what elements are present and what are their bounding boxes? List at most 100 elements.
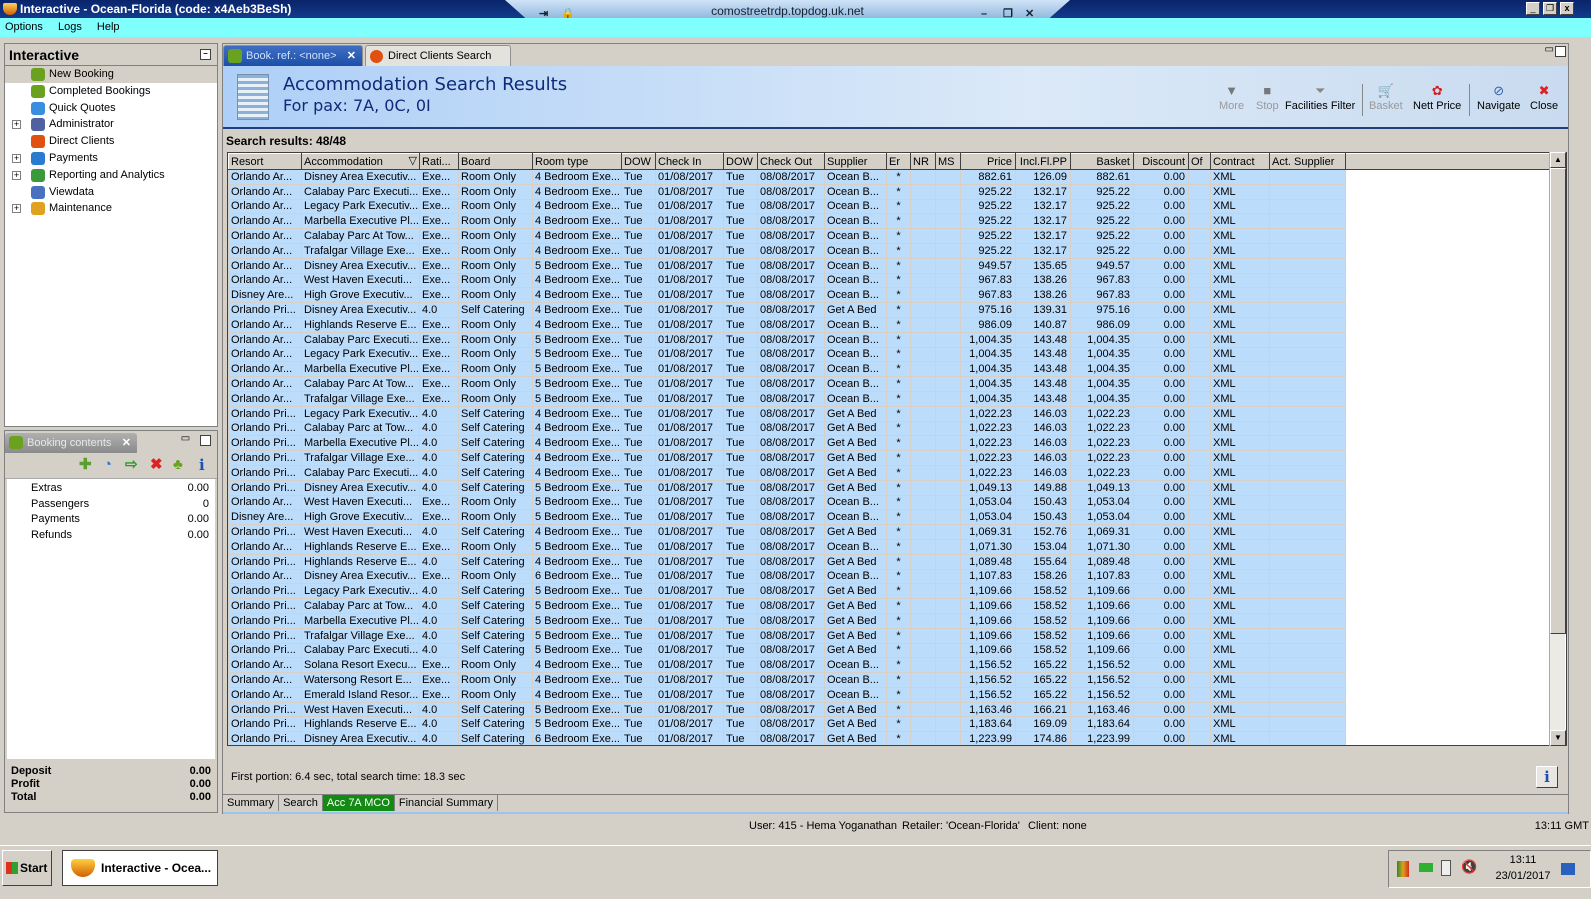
- clock-time[interactable]: 13:11: [1493, 854, 1553, 866]
- antivirus-icon[interactable]: [1397, 861, 1409, 877]
- table-row[interactable]: Orlando Ar... Emerald Island Resor... Exe.…: [228, 686, 1566, 703]
- add-icon[interactable]: ✚: [79, 457, 92, 473]
- table-row[interactable]: Orlando Ar... Legacy Park Executiv... Exe.…: [228, 346, 1566, 363]
- menu-options[interactable]: Options: [5, 21, 43, 33]
- table-row[interactable]: Orlando Pri... Trafalgar Village Exe... 4.…: [228, 627, 1566, 644]
- expand-icon[interactable]: +: [12, 204, 21, 214]
- bottom-tab-financial-summary[interactable]: Financial Summary: [395, 795, 499, 811]
- table-row[interactable]: Orlando Pri... Legacy Park Executiv... 4.0…: [228, 583, 1566, 600]
- column-header[interactable]: Check Out: [757, 153, 825, 170]
- tab-booking-ref[interactable]: Book. ref.: <none> ✕: [223, 45, 363, 66]
- column-header[interactable]: Check In: [655, 153, 724, 170]
- tab-direct-clients-search[interactable]: Direct Clients Search: [365, 45, 511, 66]
- table-row[interactable]: Orlando Ar... Calabay Parc At Tow... Exe..…: [228, 376, 1566, 392]
- nav-item-new-booking[interactable]: New Booking: [5, 66, 217, 83]
- table-row[interactable]: Orlando Ar... Highlands Reserve E... Exe..…: [228, 538, 1566, 555]
- table-row[interactable]: Orlando Pri... Trafalgar Village Exe... 4.…: [228, 450, 1566, 466]
- table-row[interactable]: Orlando Pri... Calabay Parc at Tow... 4.0 S…: [228, 598, 1566, 614]
- table-row[interactable]: Orlando Ar... Disney Area Executiv... Exe.…: [228, 169, 1566, 185]
- filter-icon[interactable]: ▽: [409, 155, 417, 167]
- column-header[interactable]: Resort: [228, 153, 302, 170]
- table-row[interactable]: Orlando Pri... Calabay Parc at Tow... 4.0 S…: [228, 420, 1566, 437]
- column-header[interactable]: Rati...: [419, 153, 459, 170]
- table-row[interactable]: Orlando Ar... Solana Resort Execu... Exe..…: [228, 657, 1566, 674]
- minimize-button[interactable]: _: [1526, 2, 1540, 15]
- table-row[interactable]: Disney Are... High Grove Executiv... Exe..…: [228, 287, 1566, 304]
- table-row[interactable]: Orlando Pri... Calabay Parc Executi... 4.0…: [228, 464, 1566, 481]
- table-row[interactable]: Orlando Pri... Disney Area Executiv... 4.0…: [228, 731, 1566, 745]
- show-desktop-icon[interactable]: [1561, 863, 1575, 875]
- nav-item-direct-clients[interactable]: Direct Clients: [5, 133, 217, 150]
- basket-transfer-icon[interactable]: ⇨: [125, 457, 138, 473]
- facilities-filter-button[interactable]: ⏷ Facilities Filter: [1285, 82, 1355, 112]
- column-header[interactable]: Accommodation ▽: [301, 153, 420, 170]
- table-row[interactable]: Orlando Ar... West Haven Executi... Exe...…: [228, 272, 1566, 289]
- table-row[interactable]: Orlando Pri... Calabay Parc Executi... 4.0…: [228, 642, 1566, 659]
- nav-item-reporting-and-analytics[interactable]: + Reporting and Analytics: [5, 167, 217, 184]
- column-header[interactable]: Supplier: [824, 153, 887, 170]
- clock-icon[interactable]: ◔: [103, 457, 112, 473]
- expand-icon[interactable]: +: [12, 170, 21, 180]
- column-header[interactable]: Price: [960, 153, 1016, 170]
- table-row[interactable]: Orlando Pri... Highlands Reserve E... 4.0 S…: [228, 553, 1566, 570]
- restore-button[interactable]: ❐: [1543, 2, 1557, 15]
- maximize-panel-button[interactable]: [200, 435, 211, 446]
- stop-button[interactable]: ■ Stop: [1256, 82, 1279, 112]
- vertical-scrollbar[interactable]: ▲ ▼: [1549, 152, 1566, 746]
- column-header[interactable]: MS: [935, 153, 961, 170]
- column-header[interactable]: Er: [886, 153, 911, 170]
- info-button[interactable]: i: [1536, 766, 1558, 788]
- delete-icon[interactable]: ✖: [150, 457, 163, 473]
- menu-help[interactable]: Help: [97, 21, 120, 33]
- nav-item-administrator[interactable]: + Administrator: [5, 116, 217, 133]
- palm-tree-icon[interactable]: ♣: [173, 457, 183, 473]
- minimize-main-button[interactable]: ▭: [1545, 44, 1554, 55]
- close-tab-icon[interactable]: ✕: [347, 46, 356, 67]
- scroll-up-button[interactable]: ▲: [1550, 152, 1566, 168]
- network-icon[interactable]: [1441, 860, 1451, 876]
- clock-date[interactable]: 23/01/2017: [1493, 870, 1553, 882]
- navigate-button[interactable]: ⊘ Navigate: [1477, 82, 1520, 112]
- menu-logs[interactable]: Logs: [58, 21, 82, 33]
- more-button[interactable]: ▼ More: [1219, 82, 1244, 112]
- booking-contents-tab[interactable]: Booking contents ✕: [5, 433, 137, 453]
- table-row[interactable]: Disney Are... High Grove Executiv... Exe..…: [228, 509, 1566, 526]
- table-row[interactable]: Orlando Ar... Marbella Executive Pl... Exe…: [228, 361, 1566, 378]
- table-row[interactable]: Orlando Ar... Trafalgar Village Exe... Exe…: [228, 390, 1566, 407]
- table-row[interactable]: Orlando Pri... West Haven Executi... 4.0 Se…: [228, 524, 1566, 540]
- bottom-tab-summary[interactable]: Summary: [223, 795, 280, 811]
- column-header[interactable]: DOW: [723, 153, 758, 170]
- nav-item-completed-bookings[interactable]: Completed Bookings: [5, 83, 217, 100]
- table-row[interactable]: Orlando Pri... West Haven Executi... 4.0 Se…: [228, 701, 1566, 718]
- column-header[interactable]: Board: [458, 153, 533, 170]
- table-row[interactable]: Orlando Ar... Disney Area Executiv... Exe.…: [228, 568, 1566, 585]
- table-row[interactable]: Orlando Ar... Highlands Reserve E... Exe..…: [228, 316, 1566, 333]
- bottom-tab-search[interactable]: Search: [279, 795, 323, 811]
- table-row[interactable]: Orlando Ar... Trafalgar Village Exe... Exe…: [228, 242, 1566, 259]
- table-row[interactable]: Orlando Ar... Marbella Executive Pl... Exe…: [228, 213, 1566, 230]
- close-icon[interactable]: ✕: [122, 433, 131, 453]
- nav-item-maintenance[interactable]: + Maintenance: [5, 200, 217, 217]
- column-header[interactable]: NR: [910, 153, 936, 170]
- table-row[interactable]: Orlando Ar... Calabay Parc Executi... Exe.…: [228, 183, 1566, 200]
- scroll-thumb[interactable]: [1550, 168, 1566, 634]
- table-row[interactable]: Orlando Ar... West Haven Executi... Exe...…: [228, 494, 1566, 511]
- column-header[interactable]: DOW: [621, 153, 656, 170]
- maximize-main-button[interactable]: [1555, 46, 1566, 57]
- start-button[interactable]: Start: [2, 850, 52, 886]
- window-close-button[interactable]: x: [1560, 2, 1574, 15]
- table-row[interactable]: Orlando Pri... Disney Area Executiv... 4.0…: [228, 479, 1566, 496]
- column-header[interactable]: Basket: [1070, 153, 1134, 170]
- table-row[interactable]: Orlando Ar... Calabay Parc At Tow... Exe..…: [228, 228, 1566, 244]
- table-row[interactable]: Orlando Ar... Legacy Park Executiv... Exe.…: [228, 198, 1566, 215]
- bottom-tab-acc-7a-mco[interactable]: Acc 7A MCO: [322, 795, 395, 811]
- table-row[interactable]: Orlando Pri... Legacy Park Executiv... 4.0…: [228, 405, 1566, 422]
- close-button[interactable]: ✖ Close: [1530, 82, 1558, 112]
- nav-item-viewdata[interactable]: Viewdata: [5, 184, 217, 201]
- expand-icon[interactable]: +: [12, 120, 21, 130]
- table-row[interactable]: Orlando Ar... Calabay Parc Executi... Exe.…: [228, 331, 1566, 348]
- info-icon[interactable]: i: [199, 457, 205, 473]
- basket-button[interactable]: 🛒 Basket: [1369, 82, 1403, 112]
- table-row[interactable]: Orlando Pri... Disney Area Executiv... 4.0…: [228, 302, 1566, 318]
- scroll-down-button[interactable]: ▼: [1550, 730, 1566, 746]
